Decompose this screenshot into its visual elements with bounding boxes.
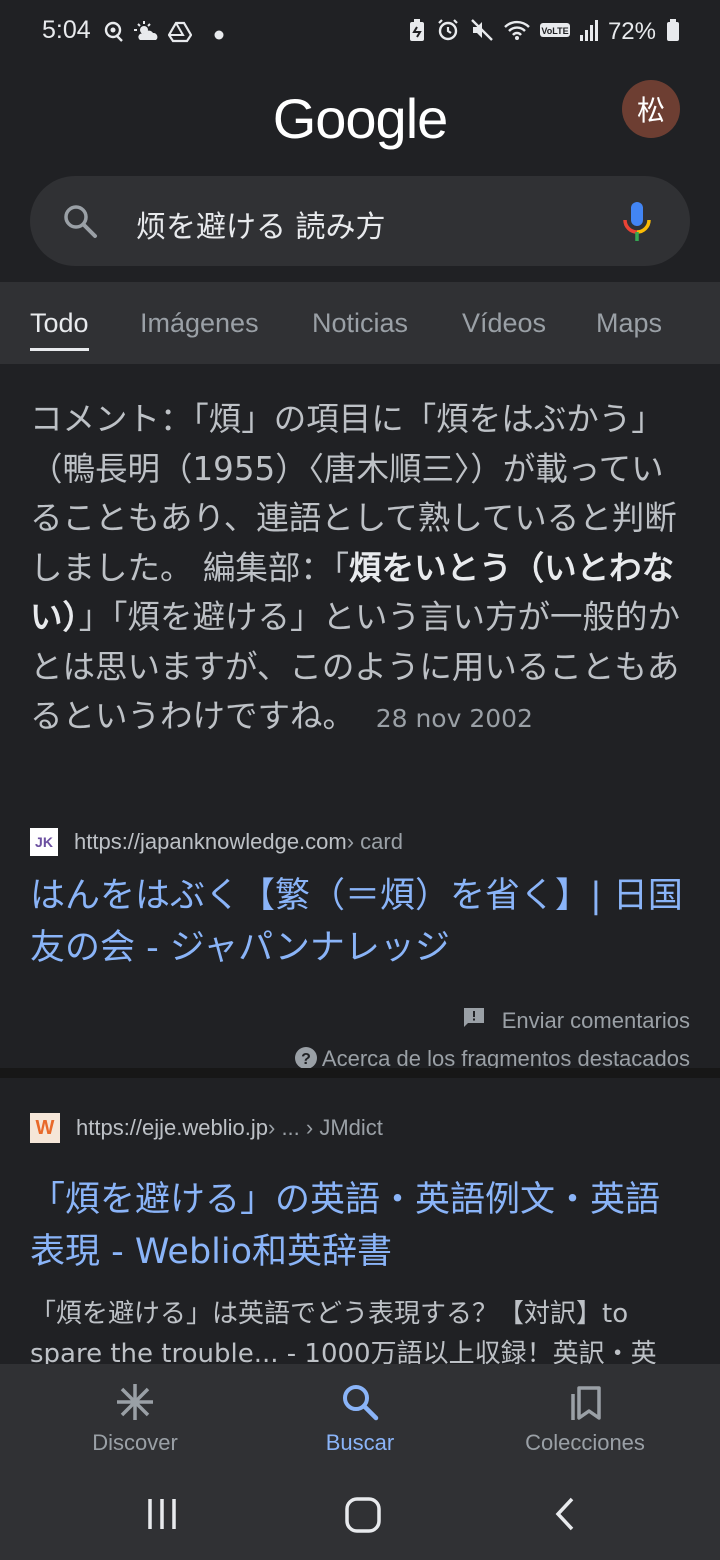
collections-icon: [485, 1382, 685, 1422]
vpn-key-icon: [102, 20, 126, 48]
weblio-favicon: W: [30, 1113, 60, 1143]
avatar[interactable]: 松: [622, 80, 680, 138]
result-title-link[interactable]: 「煩を避ける」の英語・英語例文・英語表現 - Weblio和英辞書: [30, 1174, 690, 1278]
result-url: https://japanknowledge.com: [74, 829, 347, 854]
asterisk-icon: [35, 1382, 235, 1422]
search-tabs: Todo Imágenes Noticias Vídeos Maps: [0, 282, 720, 364]
search-icon: [260, 1382, 460, 1422]
result-description: 「煩を避ける」は英語でどう表現する？【対訳】to spare the troub…: [30, 1299, 657, 1364]
svg-text:?: ?: [301, 1051, 311, 1068]
nav-search-label: Buscar: [325, 1430, 395, 1455]
nav-discover[interactable]: Discover: [35, 1382, 235, 1456]
signal-icon: [579, 19, 598, 45]
back-icon[interactable]: [548, 1496, 584, 1536]
about-label: Acerca de los fragmentos destacados: [321, 1046, 690, 1068]
search-icon: [62, 203, 98, 243]
snippet-date: 28 nov 2002: [375, 704, 533, 733]
tab-videos[interactable]: Vídeos: [462, 308, 546, 339]
result-breadcrumb: › card: [346, 829, 403, 854]
about-snippets-link[interactable]: ? Acerca de los fragmentos destacados: [294, 1046, 690, 1068]
result-url: https://ejje.weblio.jp: [76, 1115, 268, 1140]
result-source[interactable]: JK https://japanknowledge.com › card: [30, 827, 403, 857]
home-icon[interactable]: [344, 1496, 382, 1538]
tab-news[interactable]: Noticias: [312, 308, 408, 339]
battery-level: 72%: [607, 18, 656, 45]
featured-snippet-text: コメント：「煩」の項目に「煩をはぶかう」（鴨長明（1955）〈唐木順三〉）が載っ…: [30, 395, 690, 744]
nav-collections[interactable]: Colecciones: [485, 1382, 685, 1456]
drive-icon: [167, 21, 193, 47]
nav-collections-label: Colecciones: [525, 1430, 645, 1455]
result-breadcrumb: › ... › JMdict: [268, 1115, 383, 1140]
recents-icon[interactable]: [144, 1496, 180, 1536]
dot-icon: [214, 25, 224, 44]
status-bar: 5:04 VoLTE 72%: [0, 0, 720, 64]
tab-maps[interactable]: Maps: [596, 308, 662, 339]
wifi-icon: [504, 19, 530, 45]
search-query[interactable]: 烦を避ける 読み方: [136, 202, 386, 246]
japanknowledge-favicon: JK: [30, 828, 58, 856]
status-time: 5:04: [42, 16, 91, 44]
help-icon: ?: [294, 1046, 318, 1068]
battery-icon: [666, 18, 680, 46]
tab-images[interactable]: Imágenes: [140, 308, 259, 339]
feedback-button[interactable]: Enviar comentarios: [462, 1006, 690, 1036]
mute-icon: [470, 18, 494, 46]
alarm-icon: [436, 18, 460, 46]
volte-icon: VoLTE: [539, 22, 570, 42]
feedback-icon: [462, 1006, 486, 1036]
svg-text:VoLTE: VoLTE: [541, 26, 568, 36]
mic-icon[interactable]: [620, 200, 654, 248]
battery-saver-icon: [408, 18, 426, 46]
system-navigation-bar: [0, 1468, 720, 1560]
bottom-navigation: Discover Buscar Colecciones: [0, 1364, 720, 1468]
result-source[interactable]: W https://ejje.weblio.jp › ... › JMdict: [30, 1113, 383, 1143]
result-title-link[interactable]: はんをはぶく【繁（＝煩）を省く】| 日国友の会 - ジャパンナレッジ: [30, 870, 690, 974]
section-divider: [0, 1068, 720, 1078]
feedback-label: Enviar comentarios: [501, 1008, 690, 1033]
snippet-text-continued: 」「煩を避ける」という言い方が一般的かとは思いますが、このように用いることもある…: [30, 598, 681, 735]
tab-todo[interactable]: Todo: [30, 308, 89, 351]
nav-search[interactable]: Buscar: [260, 1382, 460, 1456]
nav-discover-label: Discover: [92, 1430, 178, 1455]
google-logo[interactable]: Google: [0, 86, 720, 151]
search-box[interactable]: 烦を避ける 読み方: [30, 176, 690, 266]
weather-icon: [134, 20, 160, 48]
